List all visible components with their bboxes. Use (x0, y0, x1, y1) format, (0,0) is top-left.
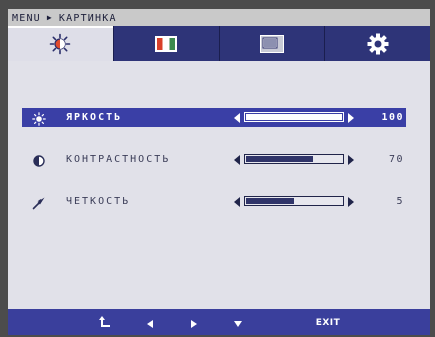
slider-track (244, 112, 344, 122)
arrow-right-icon (189, 314, 199, 333)
setting-value-sharpness: 5 (396, 196, 404, 207)
setting-label-sharpness: ЧЕТКОСТЬ (66, 196, 131, 207)
decrease-arrow-icon[interactable] (234, 155, 240, 165)
increase-arrow-icon[interactable] (348, 155, 354, 165)
setting-value-contrast: 70 (388, 154, 404, 165)
increase-arrow-icon[interactable] (348, 197, 354, 207)
display-window-icon (259, 34, 284, 53)
brightness-slider[interactable] (234, 110, 354, 125)
setting-label-brightness: ЯРКОСТЬ (66, 112, 123, 123)
sharpness-icon (32, 195, 46, 210)
breadcrumb-bar: MENU ▶ КАРТИНКА (8, 9, 430, 26)
decrease-arrow-icon[interactable] (234, 113, 240, 123)
breadcrumb-current: КАРТИНКА (58, 13, 117, 24)
slider-fill (246, 198, 294, 204)
back-button[interactable] (96, 315, 114, 331)
color-bars-icon (155, 35, 178, 52)
setting-row-brightness[interactable]: ЯРКОСТЬ 100 (22, 108, 406, 127)
down-button[interactable] (230, 315, 246, 331)
navigation-bar: EXIT (8, 309, 430, 335)
arrow-left-icon (145, 314, 155, 333)
return-icon (98, 314, 112, 333)
settings-panel: ЯРКОСТЬ 100 КОНТРАСТНОСТЬ 70 ЧЕТКОСТЬ 5 (8, 61, 430, 309)
setting-value-brightness: 100 (381, 112, 404, 123)
sharpness-slider[interactable] (234, 194, 354, 209)
osd-window: MENU ▶ КАРТИНКА ЯРКОСТЬ 100 КОНТРАСТНОСТ… (8, 9, 430, 335)
decrease-arrow-icon[interactable] (234, 197, 240, 207)
increase-arrow-icon[interactable] (348, 113, 354, 123)
tab-picture[interactable] (8, 26, 114, 61)
slider-track (244, 154, 344, 164)
triangle-right-icon: ▶ (46, 13, 53, 22)
exit-label: EXIT (315, 318, 341, 328)
arrow-down-icon (233, 314, 243, 333)
menu-tabs (8, 26, 430, 61)
contrast-icon (32, 153, 46, 167)
tab-display[interactable] (220, 26, 326, 61)
setting-row-sharpness[interactable]: ЧЕТКОСТЬ 5 (22, 192, 406, 211)
contrast-slider[interactable] (234, 152, 354, 167)
brightness-sun-icon (49, 33, 71, 55)
gear-icon (367, 33, 389, 55)
breadcrumb-root[interactable]: MENU (12, 13, 41, 24)
tab-setup[interactable] (325, 26, 430, 61)
tab-color[interactable] (114, 26, 220, 61)
slider-track (244, 196, 344, 206)
exit-button[interactable]: EXIT (308, 315, 348, 331)
slider-fill (246, 156, 314, 162)
setting-label-contrast: КОНТРАСТНОСТЬ (66, 154, 171, 165)
setting-row-contrast[interactable]: КОНТРАСТНОСТЬ 70 (22, 150, 406, 169)
slider-fill (246, 114, 342, 120)
left-button[interactable] (142, 315, 158, 331)
right-button[interactable] (186, 315, 202, 331)
sun-icon (32, 111, 46, 126)
breadcrumb: MENU ▶ КАРТИНКА (12, 11, 117, 24)
